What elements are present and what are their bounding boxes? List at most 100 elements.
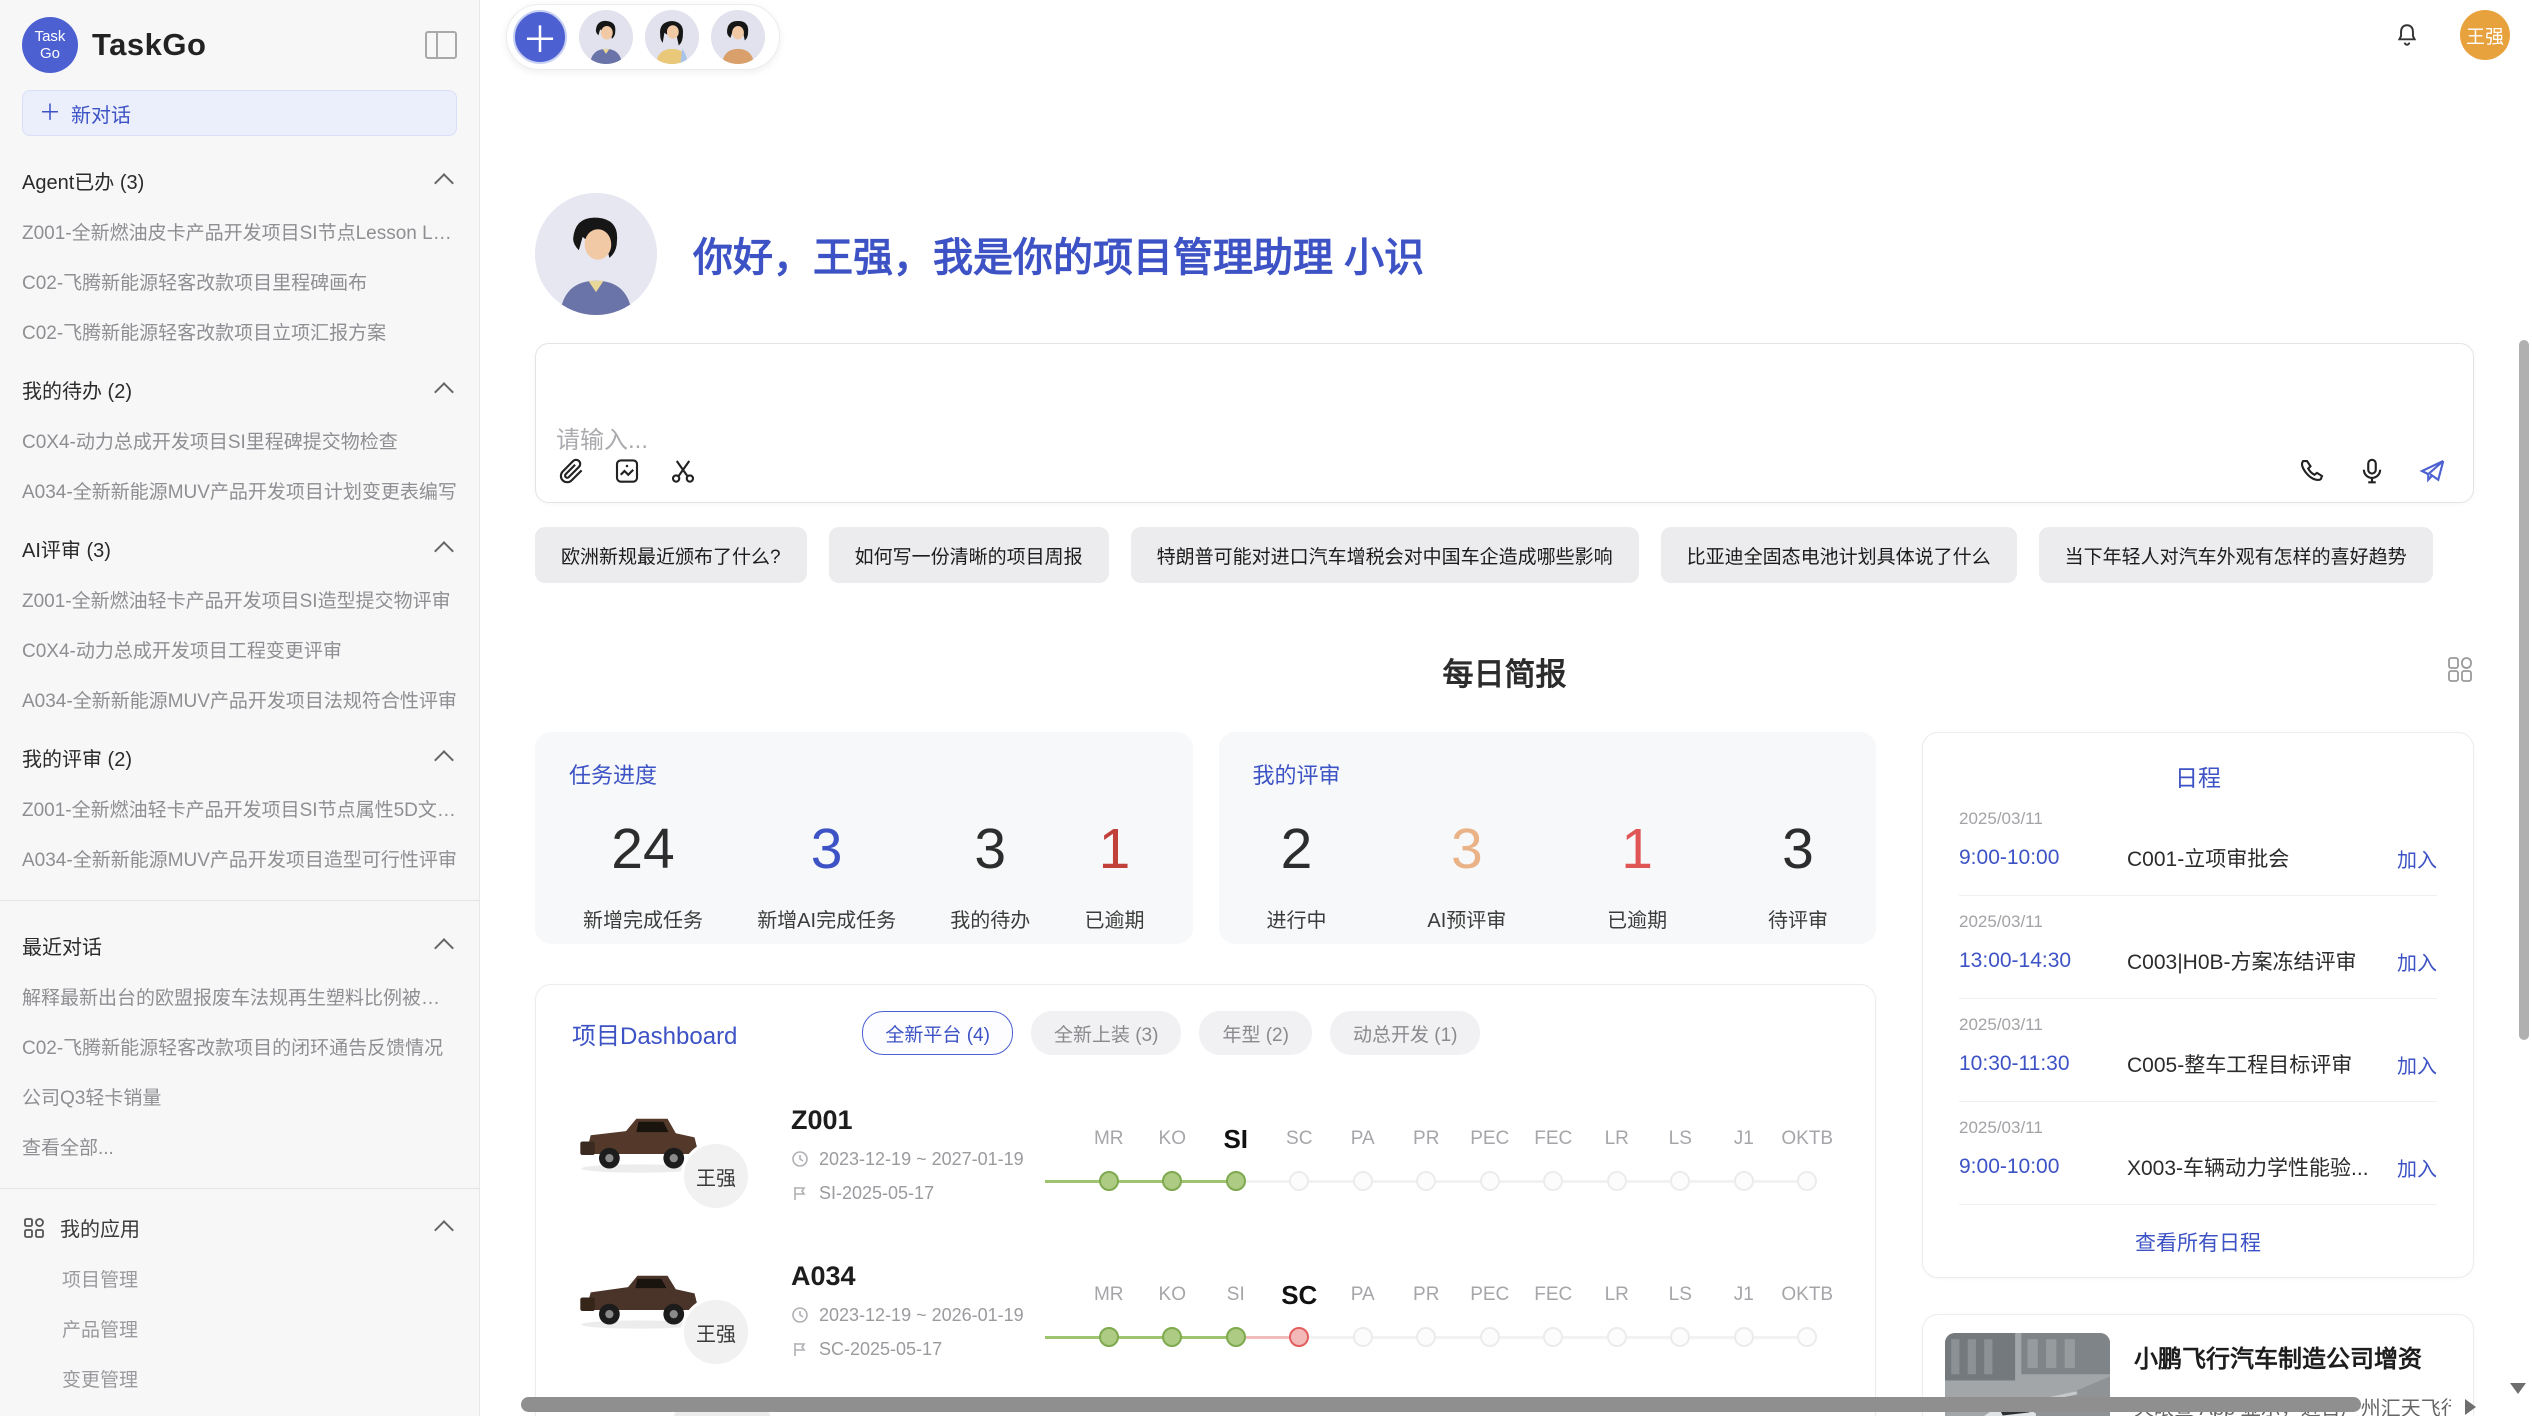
list-item[interactable]: C0X4-动力总成开发项目SI里程碑提交物检查 [22, 427, 457, 454]
join-link[interactable]: 加入 [2397, 1153, 2437, 1182]
project-row[interactable]: 王强 A034 2023-12-19 ~ 2026-01-19 [572, 1253, 1839, 1367]
view-all-schedule-link[interactable]: 查看所有日程 [1959, 1227, 2437, 1257]
clock-icon [791, 1306, 809, 1324]
stat-label: 新增AI完成任务 [757, 904, 896, 933]
app-logo: Task Go [22, 17, 78, 73]
vertical-scrollbar-thumb[interactable] [2519, 340, 2529, 1040]
join-link[interactable]: 加入 [2397, 1050, 2437, 1079]
schedule-name: C005-整车工程目标评审 [2127, 1049, 2383, 1079]
agent-avatar[interactable] [711, 10, 765, 64]
join-link[interactable]: 加入 [2397, 844, 2437, 873]
list-item[interactable]: Z001-全新燃油轻卡产品开发项目SI造型提交物评审 [22, 586, 457, 613]
agent-avatar[interactable] [579, 10, 633, 64]
stat-label: 新增完成任务 [583, 904, 703, 933]
section-my-todo[interactable]: 我的待办 (2) [22, 375, 457, 404]
stat-label: 已逾期 [1607, 904, 1667, 933]
chat-input[interactable]: 请输入... [535, 343, 2474, 503]
phone-icon[interactable] [2297, 456, 2327, 486]
list-item[interactable]: C02-飞腾新能源轻客改款项目立项汇报方案 [22, 318, 457, 345]
sidebar-item-change-mgmt[interactable]: 变更管理 [22, 1365, 457, 1392]
schedule-item: 2025/03/11 9:00-10:00 C001-立项审批会 加入 [1959, 793, 2437, 896]
suggestion-chip[interactable]: 如何写一份清晰的项目周报 [829, 527, 1109, 583]
list-item[interactable]: C02-飞腾新能源轻客改款项目里程碑画布 [22, 268, 457, 295]
filter-pill[interactable]: 全新上装 (3) [1031, 1011, 1182, 1055]
list-item[interactable]: 公司Q3轻卡销量 [22, 1083, 457, 1110]
list-item[interactable]: Z001-全新燃油皮卡产品开发项目SI节点Lesson Learn报告 [22, 218, 457, 245]
scroll-down-arrow-icon[interactable] [2510, 1383, 2526, 1394]
chevron-up-icon[interactable] [434, 1220, 454, 1240]
project-dates: 2023-12-19 ~ 2026-01-19 [819, 1305, 1024, 1326]
project-flag: SC-2025-05-17 [819, 1339, 942, 1360]
stat: 24 新增完成任务 [583, 816, 703, 933]
new-chat-label: 新对话 [71, 99, 131, 128]
join-link[interactable]: 加入 [2397, 947, 2437, 976]
suggestion-chip[interactable]: 当下年轻人对汽车外观有怎样的喜好趋势 [2039, 527, 2433, 583]
schedule-name: X003-车辆动力学性能验... [2127, 1152, 2383, 1182]
list-item[interactable]: A034-全新新能源MUV产品开发项目法规符合性评审 [22, 686, 457, 713]
image-icon[interactable] [612, 456, 642, 486]
scissors-icon[interactable] [668, 456, 698, 486]
section-ai-review[interactable]: AI评审 (3) [22, 534, 457, 563]
sidebar-item-my-apps[interactable]: 我的应用 [22, 1213, 457, 1242]
list-item[interactable]: C0X4-动力总成开发项目工程变更评审 [22, 636, 457, 663]
logo-text-top: Task [35, 28, 66, 45]
send-icon[interactable] [2417, 456, 2447, 486]
chevron-up-icon[interactable] [434, 938, 454, 958]
filter-pill[interactable]: 年型 (2) [1199, 1011, 1312, 1055]
agent-avatar[interactable] [645, 10, 699, 64]
sidebar-item-project-mgmt[interactable]: 项目管理 [22, 1265, 457, 1292]
paperclip-icon[interactable] [556, 456, 586, 486]
project-owner-badge: 王强 [681, 1141, 751, 1211]
schedule-item: 2025/03/11 10:30-11:30 C005-整车工程目标评审 加入 [1959, 999, 2437, 1102]
bell-icon[interactable] [2394, 21, 2420, 49]
add-agent-button[interactable]: ＋ [513, 10, 567, 64]
stat-label: 我的待办 [950, 904, 1030, 933]
chevron-up-icon[interactable] [434, 541, 454, 561]
section-agent-done[interactable]: Agent已办 (3) [22, 166, 457, 195]
section-my-review[interactable]: 我的评审 (2) [22, 743, 457, 772]
schedule-title: 日程 [1959, 759, 2437, 793]
project-row[interactable]: 王强 Z001 2023-12-19 ~ 2027-01-19 [572, 1097, 1839, 1211]
suggestion-chips: 欧洲新规最近颁布了什么? 如何写一份清晰的项目周报 特朗普可能对进口汽车增税会对… [535, 527, 2474, 583]
scroll-right-arrow-icon[interactable] [2465, 1399, 2476, 1415]
user-avatar[interactable]: 王强 [2460, 10, 2510, 60]
list-item[interactable]: Z001-全新燃油轻卡产品开发项目SI节点属性5D文件评审 [22, 795, 457, 822]
chevron-up-icon[interactable] [434, 173, 454, 193]
stat-value: 3 [1768, 816, 1828, 882]
sidebar-collapse-icon[interactable] [425, 31, 457, 59]
flag-icon [791, 1340, 809, 1358]
list-item[interactable]: A034-全新新能源MUV产品开发项目计划变更表编写 [22, 477, 457, 504]
suggestion-chip[interactable]: 比亚迪全固态电池计划具体说了什么 [1661, 527, 2017, 583]
mic-icon[interactable] [2357, 456, 2387, 486]
logo-text-bottom: Go [40, 45, 60, 62]
stat-value: 1 [1607, 816, 1667, 882]
new-chat-button[interactable]: ＋ 新对话 [22, 90, 457, 136]
section-title: 我的待办 (2) [22, 375, 132, 404]
stat: 3 我的待办 [950, 816, 1030, 933]
schedule-date: 2025/03/11 [1959, 1118, 2437, 1138]
suggestion-chip[interactable]: 欧洲新规最近颁布了什么? [535, 527, 807, 583]
milestone-track: MRKOSISCPAPRPECFECLRLSJ1OKTB [1077, 1273, 1839, 1347]
plus-icon: ＋ [39, 102, 61, 124]
sidebar-item-product-mgmt[interactable]: 产品管理 [22, 1315, 457, 1342]
chevron-up-icon[interactable] [434, 382, 454, 402]
greeting-text: 你好，王强，我是你的项目管理助理 小识 [693, 225, 1424, 283]
project-code: Z001 [791, 1105, 1059, 1136]
suggestion-chip[interactable]: 特朗普可能对进口汽车增税会对中国车企造成哪些影响 [1131, 527, 1639, 583]
view-all-chats-link[interactable]: 查看全部... [22, 1133, 457, 1160]
project-owner-badge: 王强 [681, 1297, 751, 1367]
daily-briefing-header: 每日简报 [535, 649, 2474, 694]
list-item[interactable]: C02-飞腾新能源轻客改款项目的闭环通告反馈情况 [22, 1033, 457, 1060]
stat-label: 进行中 [1267, 904, 1327, 933]
horizontal-scrollbar-thumb[interactable] [521, 1397, 2361, 1412]
filter-pill[interactable]: 全新平台 (4) [862, 1011, 1013, 1055]
section-recent-chats[interactable]: 最近对话 [22, 931, 457, 960]
horizontal-scrollbar[interactable] [505, 1395, 2522, 1415]
chevron-up-icon[interactable] [434, 750, 454, 770]
list-item[interactable]: 解释最新出台的欧盟报废车法规再生塑料比例被调至15%... [22, 983, 457, 1010]
filter-pill[interactable]: 动总开发 (1) [1330, 1011, 1481, 1055]
layout-grid-icon[interactable] [2446, 655, 2474, 683]
list-item[interactable]: A034-全新新能源MUV产品开发项目造型可行性评审 [22, 845, 457, 872]
daily-briefing-title: 每日简报 [1443, 657, 1567, 692]
schedule-time: 9:00-10:00 [1959, 1155, 2127, 1179]
